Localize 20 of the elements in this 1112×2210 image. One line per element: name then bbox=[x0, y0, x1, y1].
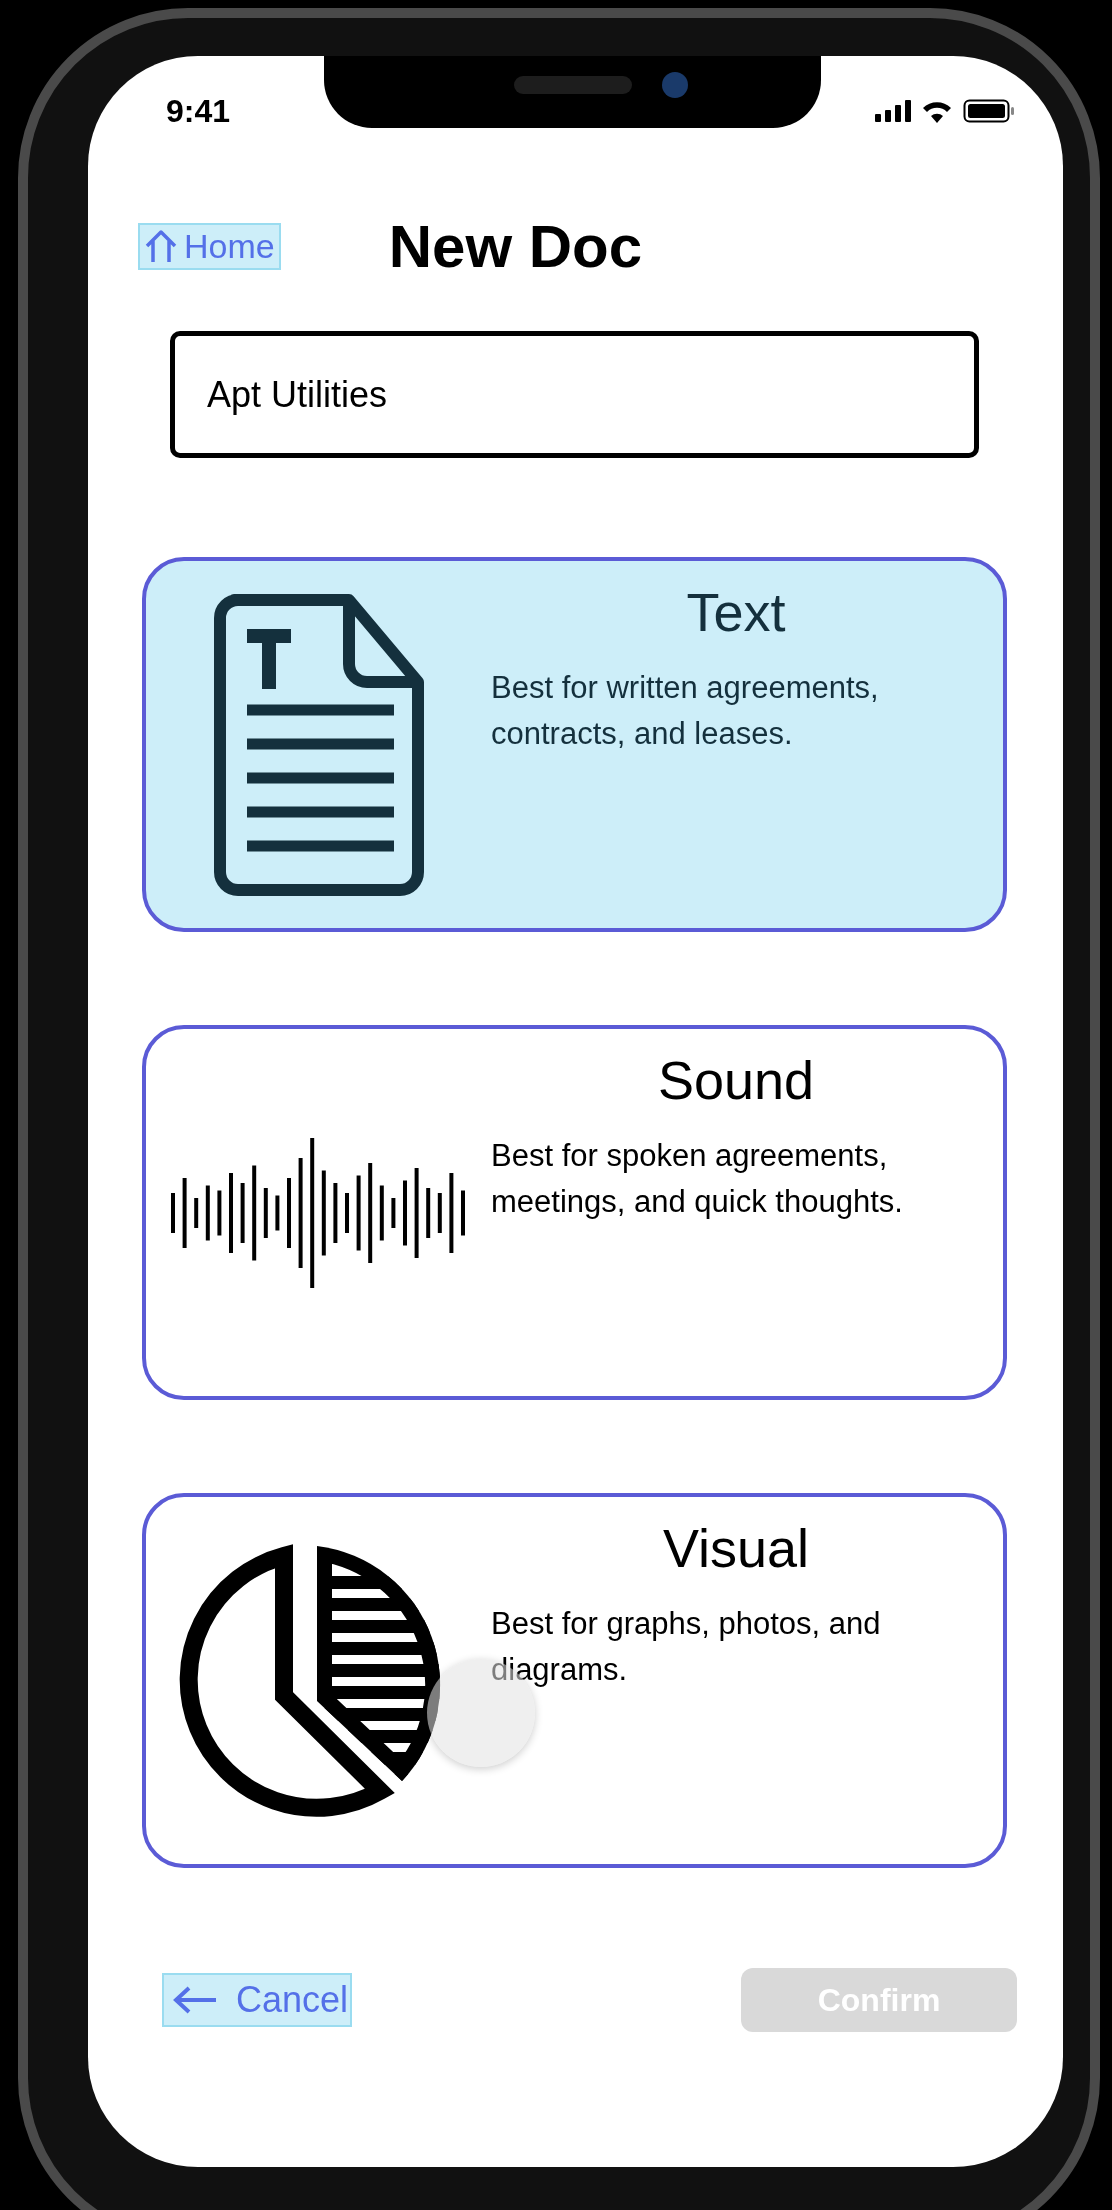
document-icon bbox=[213, 593, 424, 896]
wifi-icon bbox=[921, 99, 953, 123]
arrow-left-icon bbox=[172, 1985, 218, 2015]
battery-icon bbox=[963, 99, 1015, 123]
option-description: Best for graphs, photos, and diagrams. bbox=[491, 1605, 882, 1689]
option-description: Best for written agreements, contracts, and leases. bbox=[491, 669, 880, 753]
option-description: Best for spoken agreements, meetings, and quick thoughts. bbox=[491, 1137, 904, 1221]
signal-icon bbox=[875, 100, 911, 122]
option-title: Text bbox=[685, 581, 787, 643]
cancel-button[interactable]: Cancel bbox=[162, 1973, 353, 2027]
option-title: Sound bbox=[656, 1049, 816, 1111]
option-card[interactable]: Text Best for written agreements, contracts, and leases. bbox=[142, 557, 1007, 932]
option-title: Visual bbox=[661, 1517, 811, 1579]
home-link[interactable]: Home bbox=[138, 222, 281, 270]
name-field[interactable]: Apt Utilities bbox=[170, 331, 979, 458]
option-card[interactable]: Visual Best for graphs, photos, and diagrams. bbox=[142, 1493, 1007, 1868]
status-time: 9:41 bbox=[166, 92, 231, 130]
option-card[interactable]: Sound Best for spoken agreements, meetings, and quick thoughts. bbox=[142, 1025, 1007, 1400]
page-title: New Doc bbox=[388, 211, 643, 281]
home-icon bbox=[144, 229, 178, 263]
